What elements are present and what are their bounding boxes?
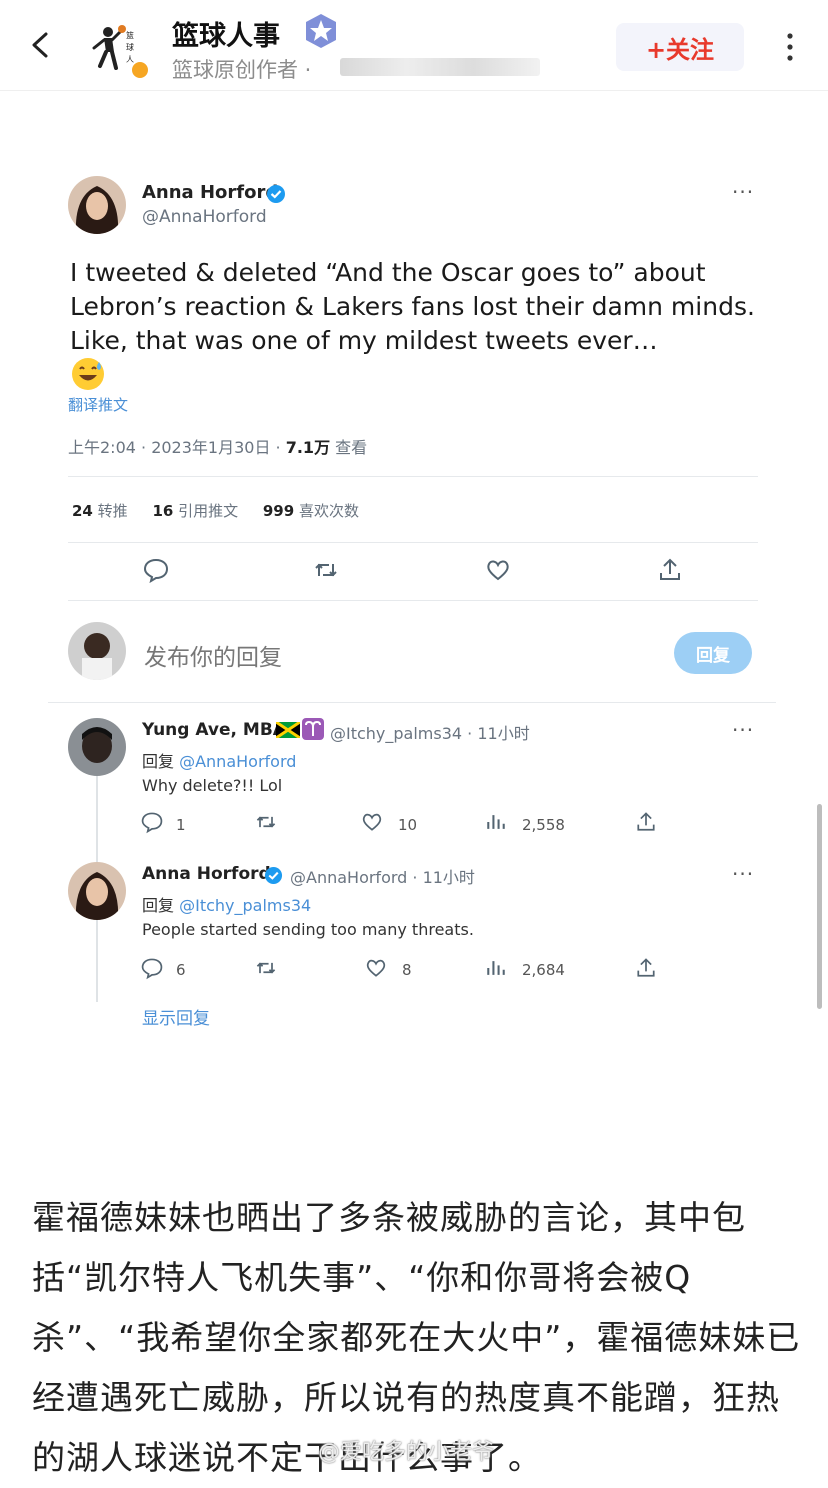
- star-medal-icon: [306, 14, 336, 48]
- reply-handle-time: @Itchy_palms34 · 11小时: [330, 724, 530, 743]
- reply-comment-count: 6: [176, 961, 186, 979]
- tweet-screenshot: Anna Horford @AnnaHorford ··· I tweeted …: [48, 150, 776, 1030]
- reply-author-name: Anna Horford: [142, 864, 271, 884]
- reply-view-count: 2,684: [522, 961, 565, 979]
- tweet-views-label: 查看: [330, 438, 368, 457]
- reply-text: People started sending too many threats.: [142, 920, 474, 939]
- retweet-icon[interactable]: [254, 956, 278, 980]
- verified-check-icon: [264, 866, 283, 885]
- author-avatar: [68, 176, 126, 234]
- svg-text:球: 球: [126, 42, 134, 52]
- blurred-text-redaction: [340, 58, 540, 76]
- views-icon[interactable]: [484, 956, 508, 980]
- show-replies-link[interactable]: 显示回复: [142, 1004, 210, 1029]
- svg-text:篮: 篮: [126, 30, 134, 40]
- account-subtitle: 篮球原创作者 ·: [172, 58, 312, 82]
- reply-button[interactable]: 回复: [674, 632, 752, 674]
- share-icon[interactable]: [634, 810, 658, 834]
- like-icon[interactable]: [360, 810, 384, 834]
- reply-text: Why delete?!! Lol: [142, 776, 283, 795]
- follow-button[interactable]: +关注: [616, 23, 744, 71]
- tweet-time: 上午2:04 · 2023年1月30日 ·: [68, 438, 286, 457]
- reply-handle-time: @AnnaHorford · 11小时: [290, 868, 475, 887]
- scrollbar[interactable]: [817, 804, 822, 1009]
- watermark: @爱吃多的小老爷: [318, 1440, 495, 1465]
- reply-to-mention[interactable]: @AnnaHorford: [179, 752, 296, 771]
- reply-input[interactable]: 发布你的回复: [144, 638, 282, 672]
- like-icon[interactable]: [484, 556, 512, 584]
- more-vertical-icon[interactable]: [780, 30, 800, 64]
- reply-more-icon[interactable]: ···: [732, 718, 754, 742]
- retweet-icon[interactable]: [312, 556, 340, 584]
- like-icon[interactable]: [364, 956, 388, 980]
- tweet-timestamp: 上午2:04 · 2023年1月30日 · 7.1万 查看: [68, 434, 367, 458]
- retweet-icon[interactable]: [254, 810, 278, 834]
- reply-to-line: 回复 @AnnaHorford: [142, 752, 297, 771]
- comment-icon[interactable]: [140, 810, 164, 834]
- retweet-stat[interactable]: 24 转推: [72, 502, 128, 520]
- quote-stat[interactable]: 16 引用推文: [152, 502, 238, 520]
- translate-tweet-link[interactable]: 翻译推文: [68, 394, 128, 415]
- share-icon[interactable]: [656, 556, 684, 584]
- verified-check-icon: [267, 185, 285, 203]
- tweet-author-name: Anna Horford: [142, 182, 279, 203]
- reply-view-count: 2,558: [522, 816, 565, 834]
- comment-icon[interactable]: [142, 556, 170, 584]
- like-stat[interactable]: 999 喜欢次数: [263, 502, 359, 520]
- account-name[interactable]: 篮球人事: [172, 14, 280, 53]
- tweet-views-count: 7.1万: [285, 438, 331, 457]
- current-user-avatar: [68, 622, 126, 680]
- reply-like-count: 8: [402, 961, 412, 979]
- tweet-author-handle: @AnnaHorford: [142, 207, 267, 227]
- reply-avatar: [68, 862, 126, 920]
- reply-to-line: 回复 @Itchy_palms34: [142, 896, 312, 915]
- comment-icon[interactable]: [140, 956, 164, 980]
- reply-comment-count: 1: [176, 816, 186, 834]
- share-icon[interactable]: [634, 956, 658, 980]
- views-icon[interactable]: [484, 810, 508, 834]
- reply-to-mention[interactable]: @Itchy_palms34: [179, 896, 311, 915]
- tweet-text: I tweeted & deleted “And the Oscar goes …: [70, 258, 755, 355]
- jamaica-flag-icon: [276, 722, 300, 738]
- aries-icon: [302, 718, 324, 740]
- reply-author-name: Yung Ave, MBA: [142, 720, 286, 740]
- top-bar: 篮 球 人 篮球人事 篮球原创作者 · +关注: [0, 0, 828, 91]
- divider: [48, 702, 776, 703]
- divider: [68, 600, 758, 601]
- divider: [68, 476, 758, 477]
- back-arrow-icon[interactable]: [24, 28, 58, 62]
- reply-like-count: 10: [398, 816, 418, 834]
- reply-more-icon[interactable]: ···: [732, 862, 754, 886]
- tweet-stats: 24 转推 16 引用推文 999 喜欢次数: [72, 500, 359, 521]
- reply-avatar: [68, 718, 126, 776]
- tweet-more-icon[interactable]: ···: [732, 180, 754, 204]
- verified-badge-icon: [130, 60, 150, 80]
- divider: [68, 542, 758, 543]
- grinning-sweat-emoji-icon: [72, 358, 104, 390]
